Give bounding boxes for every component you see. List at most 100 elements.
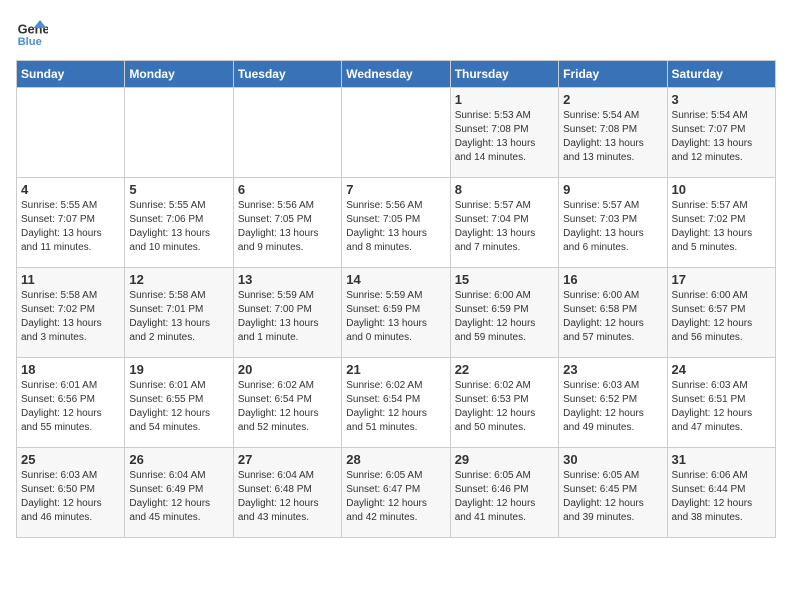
calendar-cell: 11Sunrise: 5:58 AM Sunset: 7:02 PM Dayli…: [17, 268, 125, 358]
calendar-cell: [233, 88, 341, 178]
day-of-week-header: Friday: [559, 61, 667, 88]
day-number: 18: [21, 362, 120, 377]
day-info: Sunrise: 5:59 AM Sunset: 6:59 PM Dayligh…: [346, 289, 445, 345]
day-info: Sunrise: 5:53 AM Sunset: 7:08 PM Dayligh…: [455, 109, 554, 165]
day-info: Sunrise: 5:55 AM Sunset: 7:07 PM Dayligh…: [21, 199, 120, 255]
calendar-cell: 24 Sunrise: 6:03 AM Sunset: 6:51 PM Dayli…: [667, 358, 775, 448]
day-number: 21: [346, 362, 445, 377]
page-header: General Blue: [16, 16, 776, 48]
day-number: 24: [672, 362, 771, 377]
calendar-cell: 15 Sunrise: 6:00 AM Sunset: 6:59 PM Dayli…: [450, 268, 558, 358]
day-number: 26: [129, 452, 228, 467]
day-number: 5: [129, 182, 228, 197]
calendar-cell: 10 Sunrise: 5:57 AM Sunset: 7:02 PM Dayli…: [667, 178, 775, 268]
calendar-cell: 8 Sunrise: 5:57 AM Sunset: 7:04 PM Daylig…: [450, 178, 558, 268]
day-info: Sunrise: 5:59 AM Sunset: 7:00 PM Dayligh…: [238, 289, 337, 345]
day-info: Sunrise: 6:03 AM Sunset: 6:50 PM Dayligh…: [21, 469, 120, 525]
day-info: Sunrise: 6:04 AM Sunset: 6:48 PM Dayligh…: [238, 469, 337, 525]
calendar-cell: 16 Sunrise: 6:00 AM Sunset: 6:58 PM Dayli…: [559, 268, 667, 358]
day-number: 3: [672, 92, 771, 107]
calendar-cell: 6 Sunrise: 5:56 AM Sunset: 7:05 PM Daylig…: [233, 178, 341, 268]
day-info: Sunrise: 5:57 AM Sunset: 7:04 PM Dayligh…: [455, 199, 554, 255]
day-info: Sunrise: 6:03 AM Sunset: 6:51 PM Dayligh…: [672, 379, 771, 435]
day-info: Sunrise: 5:54 AM Sunset: 7:08 PM Dayligh…: [563, 109, 662, 165]
calendar-cell: 27 Sunrise: 6:04 AM Sunset: 6:48 PM Dayli…: [233, 448, 341, 538]
day-info: Sunrise: 6:00 AM Sunset: 6:57 PM Dayligh…: [672, 289, 771, 345]
day-info: Sunrise: 5:56 AM Sunset: 7:05 PM Dayligh…: [346, 199, 445, 255]
day-number: 16: [563, 272, 662, 287]
day-number: 4: [21, 182, 120, 197]
day-of-week-header: Thursday: [450, 61, 558, 88]
day-number: 13: [238, 272, 337, 287]
calendar-cell: 7Sunrise: 5:56 AM Sunset: 7:05 PM Daylig…: [342, 178, 450, 268]
logo: General Blue: [16, 16, 48, 48]
day-number: 9: [563, 182, 662, 197]
calendar-cell: [17, 88, 125, 178]
day-info: Sunrise: 6:04 AM Sunset: 6:49 PM Dayligh…: [129, 469, 228, 525]
calendar-cell: 1 Sunrise: 5:53 AM Sunset: 7:08 PM Daylig…: [450, 88, 558, 178]
day-number: 19: [129, 362, 228, 377]
calendar-cell: 31 Sunrise: 6:06 AM Sunset: 6:44 PM Dayli…: [667, 448, 775, 538]
day-number: 14: [346, 272, 445, 287]
calendar-cell: 29 Sunrise: 6:05 AM Sunset: 6:46 PM Dayli…: [450, 448, 558, 538]
day-info: Sunrise: 6:06 AM Sunset: 6:44 PM Dayligh…: [672, 469, 771, 525]
calendar-cell: 30Sunrise: 6:05 AM Sunset: 6:45 PM Dayli…: [559, 448, 667, 538]
svg-text:General: General: [18, 22, 48, 37]
calendar-cell: 19 Sunrise: 6:01 AM Sunset: 6:55 PM Dayli…: [125, 358, 233, 448]
day-number: 29: [455, 452, 554, 467]
calendar-cell: 13 Sunrise: 5:59 AM Sunset: 7:00 PM Dayli…: [233, 268, 341, 358]
calendar-week-row: 18Sunrise: 6:01 AM Sunset: 6:56 PM Dayli…: [17, 358, 776, 448]
calendar-body: 1 Sunrise: 5:53 AM Sunset: 7:08 PM Daylig…: [17, 88, 776, 538]
svg-text:Blue: Blue: [18, 36, 42, 48]
calendar-cell: 21Sunrise: 6:02 AM Sunset: 6:54 PM Dayli…: [342, 358, 450, 448]
day-number: 10: [672, 182, 771, 197]
day-number: 12: [129, 272, 228, 287]
calendar-cell: 3 Sunrise: 5:54 AM Sunset: 7:07 PM Daylig…: [667, 88, 775, 178]
calendar-cell: 20 Sunrise: 6:02 AM Sunset: 6:54 PM Dayli…: [233, 358, 341, 448]
day-info: Sunrise: 5:54 AM Sunset: 7:07 PM Dayligh…: [672, 109, 771, 165]
day-info: Sunrise: 6:05 AM Sunset: 6:45 PM Dayligh…: [563, 469, 662, 525]
day-info: Sunrise: 6:02 AM Sunset: 6:54 PM Dayligh…: [238, 379, 337, 435]
calendar-header-row: SundayMondayTuesdayWednesdayThursdayFrid…: [17, 61, 776, 88]
calendar-cell: 5 Sunrise: 5:55 AM Sunset: 7:06 PM Daylig…: [125, 178, 233, 268]
calendar-cell: 2 Sunrise: 5:54 AM Sunset: 7:08 PM Daylig…: [559, 88, 667, 178]
day-number: 25: [21, 452, 120, 467]
day-number: 11: [21, 272, 120, 287]
calendar-cell: [342, 88, 450, 178]
calendar-cell: 22Sunrise: 6:02 AM Sunset: 6:53 PM Dayli…: [450, 358, 558, 448]
calendar-table: SundayMondayTuesdayWednesdayThursdayFrid…: [16, 60, 776, 538]
day-info: Sunrise: 6:00 AM Sunset: 6:59 PM Dayligh…: [455, 289, 554, 345]
day-info: Sunrise: 5:56 AM Sunset: 7:05 PM Dayligh…: [238, 199, 337, 255]
day-number: 20: [238, 362, 337, 377]
calendar-cell: 14 Sunrise: 5:59 AM Sunset: 6:59 PM Dayli…: [342, 268, 450, 358]
day-number: 1: [455, 92, 554, 107]
day-number: 23: [563, 362, 662, 377]
day-info: Sunrise: 5:55 AM Sunset: 7:06 PM Dayligh…: [129, 199, 228, 255]
calendar-cell: [125, 88, 233, 178]
day-of-week-header: Wednesday: [342, 61, 450, 88]
calendar-cell: 12 Sunrise: 5:58 AM Sunset: 7:01 PM Dayli…: [125, 268, 233, 358]
day-number: 6: [238, 182, 337, 197]
day-number: 15: [455, 272, 554, 287]
day-number: 2: [563, 92, 662, 107]
day-of-week-header: Monday: [125, 61, 233, 88]
day-number: 31: [672, 452, 771, 467]
day-info: Sunrise: 6:02 AM Sunset: 6:53 PM Dayligh…: [455, 379, 554, 435]
day-info: Sunrise: 6:00 AM Sunset: 6:58 PM Dayligh…: [563, 289, 662, 345]
calendar-cell: 18Sunrise: 6:01 AM Sunset: 6:56 PM Dayli…: [17, 358, 125, 448]
day-number: 17: [672, 272, 771, 287]
day-info: Sunrise: 5:57 AM Sunset: 7:03 PM Dayligh…: [563, 199, 662, 255]
day-info: Sunrise: 5:58 AM Sunset: 7:01 PM Dayligh…: [129, 289, 228, 345]
day-number: 8: [455, 182, 554, 197]
day-info: Sunrise: 6:05 AM Sunset: 6:46 PM Dayligh…: [455, 469, 554, 525]
calendar-cell: 9 Sunrise: 5:57 AM Sunset: 7:03 PM Daylig…: [559, 178, 667, 268]
day-of-week-header: Sunday: [17, 61, 125, 88]
day-info: Sunrise: 6:01 AM Sunset: 6:55 PM Dayligh…: [129, 379, 228, 435]
calendar-week-row: 25 Sunrise: 6:03 AM Sunset: 6:50 PM Dayli…: [17, 448, 776, 538]
day-number: 28: [346, 452, 445, 467]
day-info: Sunrise: 6:03 AM Sunset: 6:52 PM Dayligh…: [563, 379, 662, 435]
day-number: 27: [238, 452, 337, 467]
calendar-cell: 23 Sunrise: 6:03 AM Sunset: 6:52 PM Dayli…: [559, 358, 667, 448]
day-info: Sunrise: 5:57 AM Sunset: 7:02 PM Dayligh…: [672, 199, 771, 255]
calendar-cell: 17 Sunrise: 6:00 AM Sunset: 6:57 PM Dayli…: [667, 268, 775, 358]
